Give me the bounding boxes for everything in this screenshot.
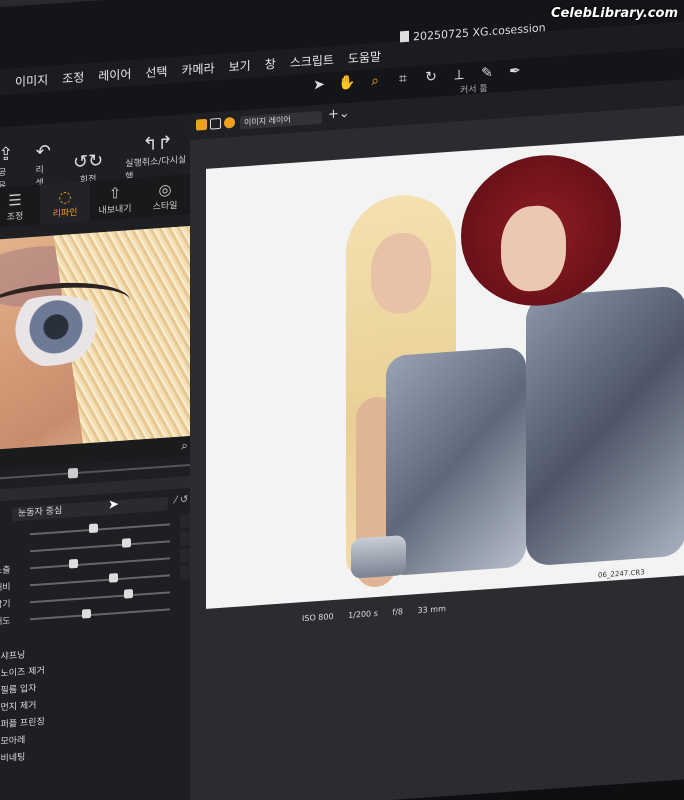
rotate-icon: ↺↻	[73, 150, 104, 174]
undo-redo-icon: ↰↱	[142, 132, 173, 156]
tab-adjust[interactable]: ☰ 조정	[0, 185, 40, 228]
menu-item-view[interactable]: 보기	[229, 56, 251, 75]
exif-aperture: f/8	[392, 607, 404, 617]
refine-icon: ◌	[58, 186, 72, 206]
document-icon	[400, 30, 409, 43]
menu-item-layer[interactable]: 레이어	[98, 65, 131, 84]
watermark: CelebLibrary.com	[551, 6, 678, 21]
exif-focal: 33 mm	[417, 604, 446, 616]
reset-icon: ↶	[35, 140, 51, 163]
exif-iso: ISO 800	[302, 611, 334, 624]
exif-info: ISO 800 1/200 s f/8 33 mm	[302, 603, 458, 623]
section-label: › 먼지 제거	[0, 700, 37, 714]
slider-knob[interactable]	[69, 558, 79, 569]
slider-label: 노출	[0, 565, 11, 577]
eye-icon[interactable]	[224, 116, 235, 129]
section-label: › 필름 입자	[0, 683, 37, 697]
section-label: › 노이즈 제거	[0, 666, 45, 680]
crop-icon[interactable]: ⌗	[394, 70, 412, 88]
slider-label: 밝기	[0, 599, 11, 611]
mouse-pointer-icon: ➤	[108, 496, 119, 513]
tab-export[interactable]: ⇧ 내보내기	[90, 178, 140, 221]
photo-subject-cuff	[351, 534, 406, 579]
rotate-icon[interactable]: ↻	[422, 69, 440, 86]
slider-knob[interactable]	[82, 608, 92, 619]
photo-subject-outfit	[386, 346, 526, 577]
menu-item-scripts[interactable]: 스크립트	[290, 50, 334, 70]
straighten-icon[interactable]: ⟂	[450, 67, 468, 84]
tab-refine-label: 리파인	[52, 207, 78, 220]
brush-icon[interactable]: ✎	[478, 65, 496, 82]
pointer-arrow-icon[interactable]: ➤	[310, 76, 328, 94]
loupe-zoom-knob[interactable]	[68, 467, 78, 479]
slider-knob[interactable]	[108, 573, 118, 583]
tab-style[interactable]: ◎ 스타일	[140, 174, 190, 217]
tab-adjust-label: 조정	[6, 211, 24, 223]
menu-item-window[interactable]: 창	[265, 55, 276, 73]
slider-knob[interactable]	[88, 523, 98, 534]
eyedropper-icon[interactable]: ✒	[506, 63, 524, 80]
add-layer-icon[interactable]: +⌄	[328, 106, 350, 123]
sliders-icon: ☰	[8, 190, 22, 210]
grid-view-icon[interactable]	[196, 118, 207, 131]
menu-item-help[interactable]: 도움말	[348, 47, 381, 66]
photo-filename: 06_2247.CR3	[598, 568, 645, 580]
zoom-out-icon[interactable]: ⌕	[181, 438, 188, 453]
photo-subject2-outfit	[526, 285, 684, 567]
viewer-toolbar: 이미지 레이어 +⌄	[190, 77, 684, 141]
slider-knob[interactable]	[121, 538, 131, 548]
slider-knob[interactable]	[124, 588, 134, 599]
tool-panel: ⇪ 공유 ↶ 리셋 ↺↻ 회전 ↰↱ 실행취소/다시실행 ☰	[0, 114, 244, 800]
capture-one-window: 지 이미지 조정 레이어 선택 카메라 보기 창 스크립트 도움말 202507…	[0, 0, 684, 800]
reset-button[interactable]: ↶ 리셋	[35, 140, 52, 189]
share-button[interactable]: ⇪ 공유	[0, 143, 14, 191]
menu-item-adjust[interactable]: 조정	[62, 68, 84, 87]
tab-style-label: 스타일	[152, 200, 178, 213]
style-icon: ◎	[158, 179, 172, 199]
main-photo[interactable]: 06_2247.CR3	[206, 135, 684, 609]
export-icon: ⇧	[108, 183, 122, 203]
section-label: › 퍼플 프린징	[0, 717, 45, 731]
menu-item-file[interactable]: 지	[0, 74, 1, 92]
menu-item-image[interactable]: 이미지	[15, 70, 48, 89]
menu-item-select[interactable]: 선택	[145, 62, 167, 81]
section-label: › 비네팅	[0, 752, 26, 765]
section-label: › 샤프닝	[0, 650, 26, 663]
section-label: › 모아레	[0, 735, 26, 748]
menu-item-camera[interactable]: 카메라	[181, 59, 214, 78]
tab-refine[interactable]: ◌ 리파인	[40, 181, 90, 225]
single-view-icon[interactable]	[210, 117, 221, 130]
layer-select[interactable]: 이미지 레이어	[240, 110, 322, 130]
image-viewer: 이미지 레이어 +⌄ 06_2247.CR3 ISO 800 1/200 s f…	[190, 77, 684, 800]
exif-shutter: 1/200 s	[348, 608, 378, 620]
tab-export-label: 내보내기	[98, 203, 132, 216]
slider-label: 대비	[0, 582, 11, 594]
adjust-sliders: 노출 ⇄ ↺ ☰ 대비 ⇄ ↺ ☰ 밝기 ⇄ ↺ ☰	[0, 515, 237, 630]
hand-icon[interactable]: ✋	[338, 74, 356, 91]
slider-label: 채도	[0, 616, 11, 628]
share-icon: ⇪	[0, 143, 14, 166]
scene: 지 이미지 조정 레이어 선택 카메라 보기 창 스크립트 도움말 202507…	[0, 0, 684, 800]
slider-track	[30, 608, 170, 621]
magnifier-icon[interactable]: ⌕	[366, 72, 384, 90]
